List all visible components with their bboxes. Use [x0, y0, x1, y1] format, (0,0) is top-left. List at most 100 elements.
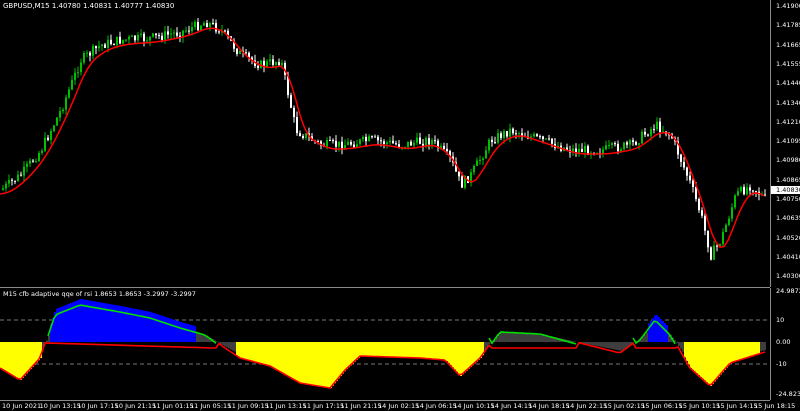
qqe-fill — [758, 342, 760, 355]
qqe-fill — [4, 342, 6, 371]
candle-body — [434, 140, 436, 142]
qqe-fill — [474, 342, 476, 364]
qqe-fill — [282, 342, 284, 373]
qqe-fill — [138, 309, 140, 342]
time-label: 11 Jun 17:15 — [302, 402, 345, 410]
candle-body — [17, 174, 19, 182]
candle-body — [734, 195, 736, 208]
qqe-fill — [310, 342, 312, 385]
candle-body — [50, 131, 52, 140]
candle-body — [626, 142, 628, 145]
candle-body — [740, 186, 742, 192]
candle-body — [365, 136, 367, 142]
candle-body — [629, 140, 631, 145]
price-axis[interactable]: 1.40830 1.41900 1.41785 1.41665 1.41555 1.41… — [770, 0, 800, 287]
candle-body — [551, 138, 553, 144]
qqe-fill — [274, 342, 276, 369]
qqe-fill — [424, 342, 426, 359]
qqe-fill — [176, 320, 178, 342]
price-label: 1.40750 — [776, 195, 800, 203]
qqe-fill — [432, 342, 434, 359]
candle-body — [497, 133, 499, 143]
candle-body — [269, 59, 271, 62]
candle-body — [236, 48, 238, 55]
candle-body — [104, 44, 106, 48]
qqe-fill — [268, 342, 270, 366]
indicator-pane[interactable] — [0, 288, 770, 400]
qqe-fill — [6, 342, 8, 372]
candle-body — [131, 35, 133, 37]
qqe-fill — [132, 308, 134, 342]
candle-body — [701, 210, 703, 216]
candle-body — [65, 97, 67, 110]
qqe-fill — [320, 342, 322, 387]
qqe-fill — [294, 342, 296, 380]
qqe-fill — [392, 342, 394, 358]
candle-body — [239, 50, 241, 55]
candle-body — [494, 142, 496, 144]
qqe-fill — [266, 342, 268, 365]
qqe-fill — [704, 342, 706, 381]
time-axis[interactable]: 10 Jun 2021 10 Jun 13:15 10 Jun 17:15 10 Ju… — [0, 400, 795, 411]
qqe-fill — [168, 318, 170, 342]
candle-body — [26, 163, 28, 167]
qqe-fill — [452, 342, 454, 368]
indicator-axis[interactable]: 24.9872 10 0.00 -10 -24.8236 — [770, 287, 800, 400]
candle-body — [431, 140, 433, 145]
qqe-fill — [684, 342, 686, 358]
candle-body — [377, 136, 379, 141]
candle-body — [98, 46, 100, 49]
qqe-fill — [716, 342, 718, 380]
qqe-fill — [262, 342, 264, 364]
price-label: 1.41555 — [776, 59, 800, 68]
qqe-fill — [460, 342, 462, 376]
qqe-fill — [136, 309, 138, 342]
qqe-fill — [752, 342, 754, 357]
time-label: 10 Jun 21:15 — [114, 402, 157, 410]
candle-body — [659, 121, 661, 132]
candle-body — [476, 160, 478, 166]
candle-body — [722, 231, 724, 245]
candle-body — [386, 142, 388, 144]
candle-body — [635, 141, 637, 145]
qqe-fill — [462, 342, 464, 375]
qqe-fill — [174, 320, 176, 342]
candle-body — [506, 130, 508, 137]
qqe-fill — [186, 323, 188, 342]
qqe-fill — [308, 342, 310, 385]
qqe-fill — [160, 315, 162, 342]
time-label: 10 Jun 17:15 — [77, 402, 119, 410]
qqe-fill — [454, 342, 456, 370]
price-chart-canvas[interactable] — [0, 0, 770, 287]
qqe-fill — [244, 342, 246, 360]
candle-body — [20, 174, 22, 176]
candle-body — [149, 36, 151, 41]
candle-body — [704, 215, 706, 231]
candle-body — [383, 141, 385, 144]
candle-body — [473, 165, 475, 173]
qqe-fill — [732, 342, 734, 363]
candle-body — [53, 125, 55, 132]
candle-body — [224, 30, 226, 32]
candle-body — [176, 32, 178, 36]
qqe-fill — [438, 342, 440, 360]
qqe-fill — [698, 342, 700, 376]
price-chart[interactable] — [0, 0, 770, 287]
candle-body — [650, 129, 652, 136]
price-label: 1.40635 — [776, 214, 800, 223]
candle-body — [728, 218, 730, 225]
indicator-canvas[interactable] — [0, 288, 770, 400]
candle-body — [101, 44, 103, 47]
qqe-fill — [182, 322, 184, 342]
candle-body — [266, 61, 268, 67]
ohlc-values: 1.40780 1.40831 1.40777 1.40830 — [51, 2, 175, 10]
candle-body — [692, 180, 694, 187]
candle-body — [29, 160, 31, 164]
candle-body — [689, 175, 691, 181]
candle-body — [41, 150, 43, 153]
qqe-fill — [416, 342, 418, 358]
qqe-fill — [734, 342, 736, 362]
qqe-fill — [700, 342, 702, 377]
candle-body — [83, 52, 85, 63]
candle-body — [446, 148, 448, 152]
